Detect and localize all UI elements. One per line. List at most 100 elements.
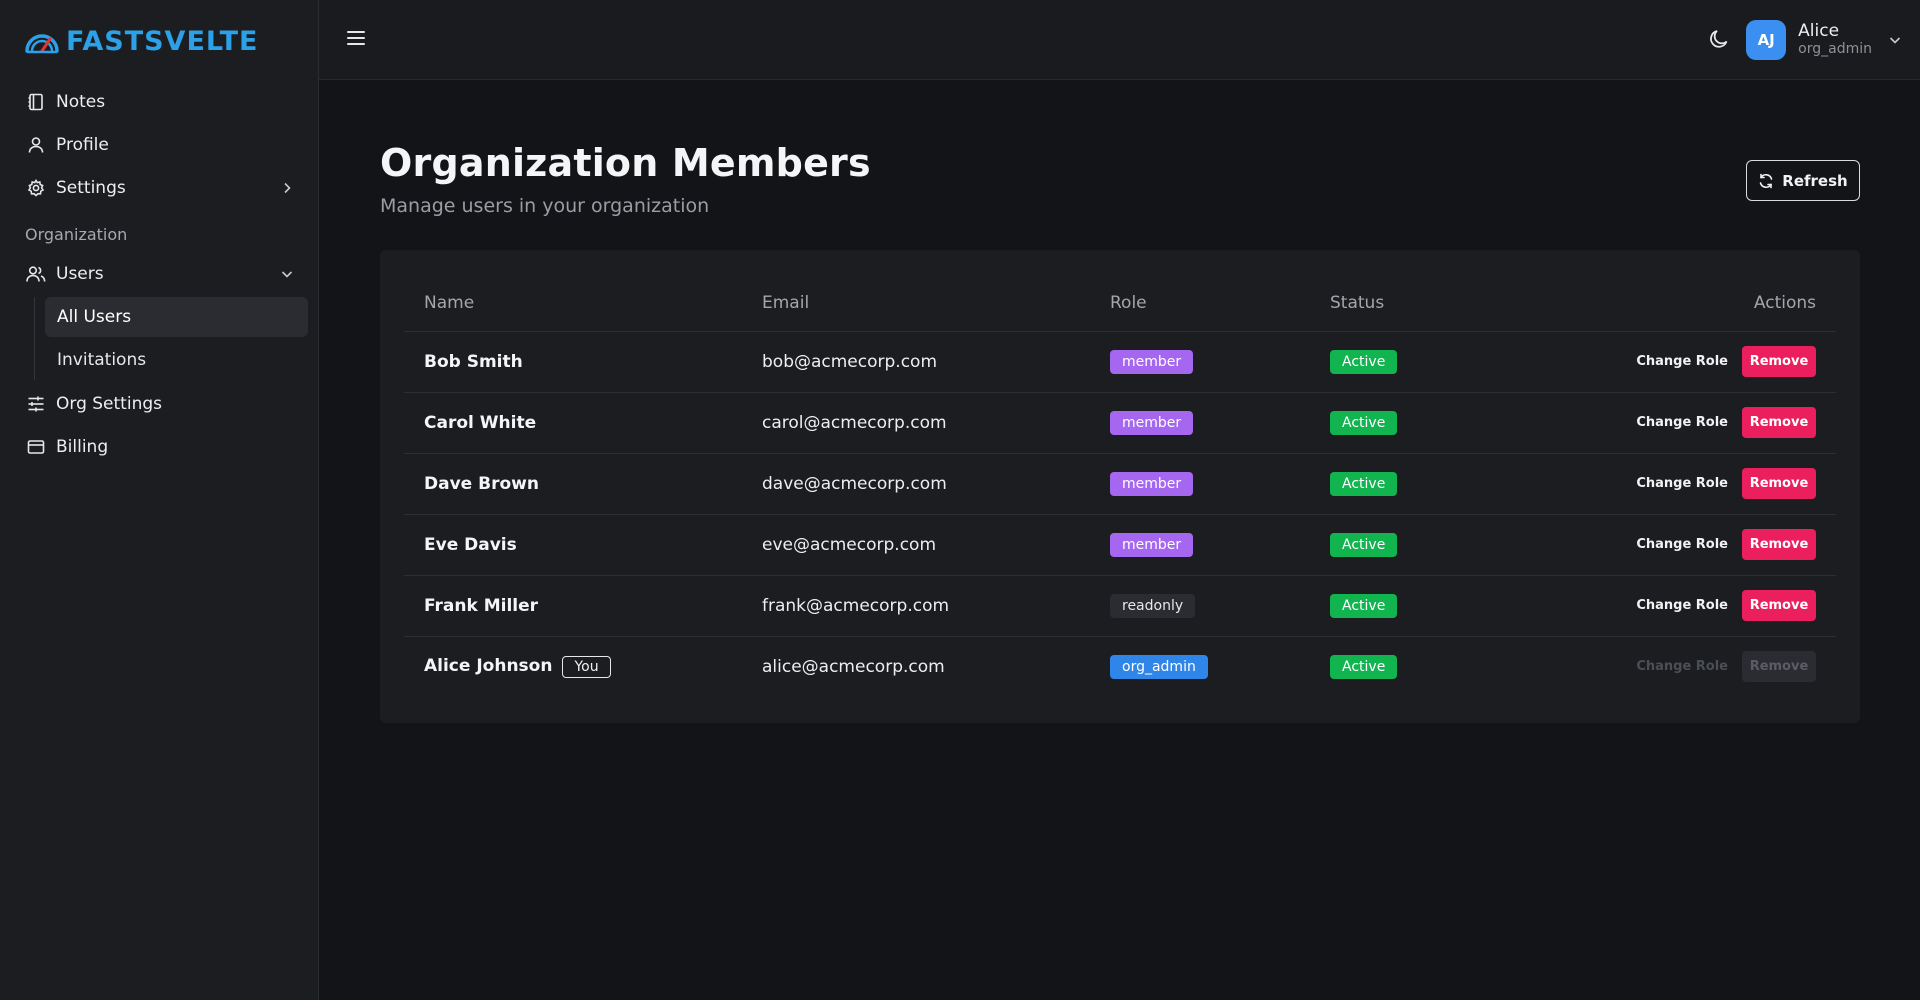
sidebar-item-label: Profile [56,135,109,155]
member-name: Eve Davis [404,514,742,576]
actions-cell: Change Role Remove [1530,331,1836,393]
members-table: Name Email Role Status Actions Bob Smith… [404,276,1836,697]
refresh-button[interactable]: Refresh [1746,160,1860,201]
status-badge: Active [1330,654,1398,679]
remove-button[interactable]: Remove [1742,407,1816,438]
credit-card-icon [26,437,46,457]
status-badge: Active [1330,593,1398,618]
sidebar-item-org-settings[interactable]: Org Settings [14,384,308,424]
member-name-cell: Alice Johnson You [404,636,742,697]
remove-button[interactable]: Remove [1742,468,1816,499]
moon-icon[interactable] [1708,28,1732,52]
role-badge: member [1110,410,1194,435]
sidebar-item-invitations[interactable]: Invitations [45,340,308,380]
member-name: Bob Smith [404,331,742,393]
user-role: org_admin [1798,41,1872,58]
table-row: Alice Johnson You alice@acmecorp.com org_… [404,636,1836,697]
change-role-button-disabled: Change Role [1636,659,1728,675]
table-header-row: Name Email Role Status Actions [404,276,1836,332]
users-icon [26,264,46,284]
change-role-button[interactable]: Change Role [1636,354,1728,369]
actions-cell: Change Role Remove [1530,514,1836,576]
column-header-status: Status [1310,276,1530,332]
role-cell: member [1090,453,1310,515]
member-email: dave@acmecorp.com [742,453,1090,515]
column-header-role: Role [1090,276,1310,332]
role-cell: member [1090,514,1310,576]
status-cell: Active [1310,636,1530,697]
users-submenu: All Users Invitations [34,297,308,380]
change-role-button[interactable]: Change Role [1636,598,1728,613]
user-menu[interactable]: AJ Alice org_admin [1746,19,1902,61]
member-name: Frank Miller [404,575,742,637]
sidebar-item-profile[interactable]: Profile [14,125,308,165]
you-badge: You [562,655,611,678]
remove-button[interactable]: Remove [1742,529,1816,560]
status-badge: Active [1330,532,1398,557]
column-header-email: Email [742,276,1090,332]
change-role-button[interactable]: Change Role [1636,476,1728,491]
member-email: frank@acmecorp.com [742,575,1090,637]
table-row: Carol White carol@acmecorp.com member Ac… [404,392,1836,454]
speedometer-logo-icon [25,34,59,54]
user-name: Alice [1798,21,1840,42]
sidebar: FASTSVELTE Notes Profile Settings Organi… [0,0,319,1000]
actions-cell: Change Role Remove [1530,575,1836,637]
member-name: Dave Brown [404,453,742,515]
sidebar-nav: Notes Profile Settings Organization User… [14,82,308,470]
sidebar-item-settings[interactable]: Settings [14,168,308,208]
brand-logo[interactable]: FASTSVELTE [24,24,259,58]
member-email: bob@acmecorp.com [742,331,1090,393]
role-badge: member [1110,532,1194,557]
actions-cell: Change Role Remove [1530,392,1836,454]
status-badge: Active [1330,471,1398,496]
status-badge: Active [1330,349,1398,374]
role-cell: org_admin [1090,636,1310,697]
member-email: carol@acmecorp.com [742,392,1090,454]
brand-name: FASTSVELTE [66,25,259,57]
status-badge: Active [1330,410,1398,435]
sidebar-item-all-users[interactable]: All Users [45,297,308,337]
chevron-down-icon [1888,33,1902,47]
sidebar-item-notes[interactable]: Notes [14,82,308,122]
table-row: Bob Smith bob@acmecorp.com member Active… [404,331,1836,393]
page-subtitle: Manage users in your organization [380,195,710,217]
members-table-card: Name Email Role Status Actions Bob Smith… [380,250,1860,723]
chevron-right-icon [280,181,294,195]
role-badge: readonly [1110,593,1196,618]
column-header-actions: Actions [1530,276,1836,332]
actions-cell: Change Role Remove [1530,636,1836,697]
column-header-name: Name [404,276,742,332]
change-role-button[interactable]: Change Role [1636,537,1728,552]
remove-button[interactable]: Remove [1742,346,1816,377]
role-badge: member [1110,471,1194,496]
remove-button[interactable]: Remove [1742,590,1816,621]
member-name: Carol White [404,392,742,454]
gear-icon [26,178,46,198]
avatar: AJ [1746,20,1787,60]
menu-toggle-icon[interactable] [344,26,368,50]
sidebar-item-label: Billing [56,437,109,457]
status-cell: Active [1310,575,1530,637]
sidebar-item-billing[interactable]: Billing [14,427,308,467]
notebook-icon [26,92,46,112]
user-info: Alice org_admin [1798,22,1872,57]
role-cell: readonly [1090,575,1310,637]
sidebar-item-users[interactable]: Users [14,254,308,294]
status-cell: Active [1310,453,1530,515]
member-email: eve@acmecorp.com [742,514,1090,576]
status-cell: Active [1310,514,1530,576]
refresh-label: Refresh [1782,171,1848,190]
user-icon [26,135,46,155]
table-row: Eve Davis eve@acmecorp.com member Active… [404,514,1836,576]
sidebar-item-label: Settings [56,178,126,198]
members-page: Organization Members Manage users in you… [380,141,1860,723]
member-email: alice@acmecorp.com [762,656,945,677]
sliders-icon [26,394,46,414]
page-title: Organization Members [380,141,871,185]
change-role-button[interactable]: Change Role [1636,415,1728,430]
sidebar-item-label: Notes [56,92,106,112]
refresh-icon [1759,173,1773,188]
status-cell: Active [1310,331,1530,393]
sidebar-item-label: Users [56,264,104,284]
